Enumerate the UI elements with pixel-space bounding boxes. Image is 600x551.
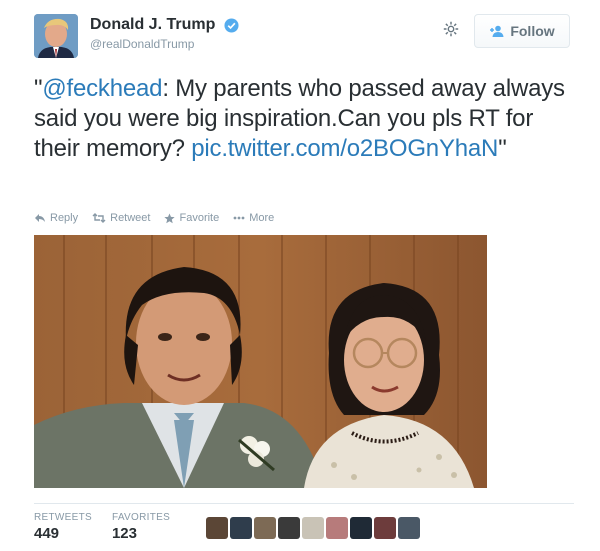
favoriter-avatar[interactable]	[254, 517, 276, 539]
retweet-icon	[92, 213, 106, 223]
favorite-label: Favorite	[179, 212, 220, 224]
retweet-label: Retweet	[110, 212, 151, 224]
more-label: More	[249, 212, 275, 224]
display-name[interactable]: Donald J. Trump	[90, 16, 215, 34]
reply-action[interactable]: Reply	[34, 212, 78, 224]
follow-button[interactable]: Follow	[474, 14, 570, 48]
avatar[interactable]	[34, 14, 78, 58]
gear-icon[interactable]	[442, 20, 460, 38]
tweet-stats: RETWEETS 449 FAVORITES 123	[34, 512, 190, 542]
favoriter-avatar[interactable]	[302, 517, 324, 539]
favoriter-avatar[interactable]	[350, 517, 372, 539]
favoriter-avatar[interactable]	[230, 517, 252, 539]
follow-label: Follow	[510, 23, 555, 39]
reply-icon	[35, 214, 45, 222]
tweet-text: "@feckhead: My parents who passed away a…	[34, 74, 574, 164]
favorite-action[interactable]: Favorite	[164, 212, 219, 224]
tweet-header: Donald J. Trump @realDonaldTrump Follow	[34, 14, 574, 62]
quote-close: "	[498, 135, 507, 162]
more-dots-icon	[233, 216, 245, 220]
favoriter-avatar[interactable]	[374, 517, 396, 539]
media-link[interactable]: pic.twitter.com/o2BOGnYhaN	[191, 135, 498, 162]
verified-badge-icon	[224, 17, 239, 33]
favoriters-avatars	[206, 517, 420, 539]
retweets-label: RETWEETS	[34, 512, 92, 523]
retweets-count: 449	[34, 525, 60, 542]
reply-label: Reply	[50, 212, 79, 224]
tweet-actions: Reply Retweet Favorite More	[34, 212, 274, 224]
photo-image	[34, 235, 487, 488]
stats-divider	[34, 503, 574, 504]
name-block: Donald J. Trump @realDonaldTrump	[90, 16, 239, 51]
favoriter-avatar[interactable]	[326, 517, 348, 539]
username[interactable]: @realDonaldTrump	[90, 37, 239, 51]
star-icon	[164, 212, 176, 223]
favorites-label: FAVORITES	[111, 512, 171, 523]
favoriter-avatar[interactable]	[206, 517, 228, 539]
retweets-stat[interactable]: RETWEETS 449	[34, 512, 92, 542]
favoriter-avatar[interactable]	[278, 517, 300, 539]
tweet-photo[interactable]	[34, 235, 487, 488]
favoriter-avatar[interactable]	[398, 517, 420, 539]
retweet-action[interactable]: Retweet	[92, 212, 150, 224]
more-action[interactable]: More	[233, 212, 274, 224]
avatar-image	[34, 14, 78, 58]
favorites-stat[interactable]: FAVORITES 123	[112, 512, 170, 542]
favorites-count: 123	[111, 525, 137, 542]
tweet-card: Donald J. Trump @realDonaldTrump Follow	[0, 0, 600, 551]
add-user-icon	[490, 25, 504, 37]
mention-link[interactable]: @feckhead	[42, 75, 162, 102]
